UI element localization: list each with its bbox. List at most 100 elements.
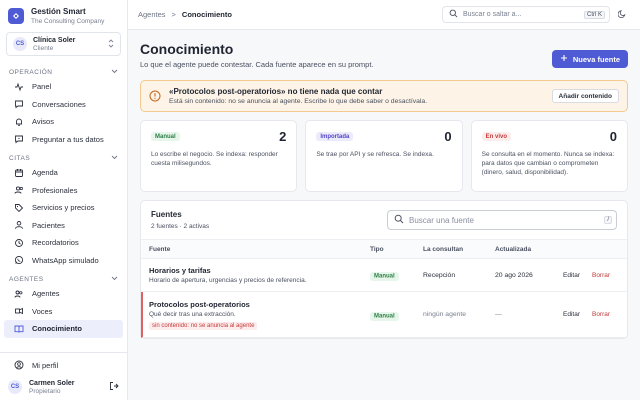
chevron-down-icon bbox=[111, 155, 118, 162]
delete-button[interactable]: Borrar bbox=[592, 272, 610, 279]
source-consumers: Recepción bbox=[423, 271, 456, 279]
sidebar-item-panel[interactable]: Panel bbox=[4, 78, 123, 96]
sidebar: Gestión Smart The Consulting Company CS … bbox=[0, 0, 128, 400]
sidebar-item-label: Conversaciones bbox=[32, 99, 86, 109]
section-label: AGENTES bbox=[9, 275, 44, 283]
user-group-icon bbox=[14, 220, 24, 230]
section-operacion[interactable]: OPERACIÓN bbox=[0, 66, 127, 78]
avatar: CS bbox=[8, 380, 22, 394]
user-circle-icon bbox=[14, 360, 24, 370]
sources-title: Fuentes bbox=[151, 209, 182, 219]
status-badge: En vivo bbox=[481, 132, 511, 141]
delete-button[interactable]: Borrar bbox=[592, 311, 610, 318]
status-badge: Manual bbox=[151, 132, 180, 141]
column-consultan: La consultan bbox=[423, 245, 464, 253]
brand-subtitle: The Consulting Company bbox=[31, 17, 105, 25]
sidebar-item-conocimiento[interactable]: Conocimiento bbox=[4, 320, 123, 338]
source-type-cards: Manual 2 Lo escribe el negocio. Se index… bbox=[140, 120, 628, 192]
sidebar-item-avisos[interactable]: Avisos bbox=[4, 113, 123, 131]
card-description: Se trae por API y se refresca. Se indexa… bbox=[316, 151, 434, 158]
table-row[interactable]: Horarios y tarifas Horario de apertura, … bbox=[141, 259, 627, 292]
chat-icon bbox=[14, 99, 24, 109]
whatsapp-icon bbox=[14, 255, 24, 265]
sidebar-item-servicios[interactable]: Servicios y precios bbox=[4, 199, 123, 217]
card-description: Lo escribe el negocio. Se indexa: respon… bbox=[151, 151, 278, 167]
source-updated: — bbox=[495, 311, 502, 318]
source-search-input[interactable]: Buscar una fuente / bbox=[387, 210, 617, 230]
column-actualizada: Actualizada bbox=[495, 245, 532, 253]
table-row[interactable]: Protocolos post-operatorios Qué decir tr… bbox=[141, 292, 627, 338]
moon-icon bbox=[617, 9, 627, 20]
page-content: Conocimiento Lo que el agente puede cont… bbox=[128, 30, 640, 349]
brand[interactable]: Gestión Smart The Consulting Company bbox=[0, 0, 127, 30]
sources-summary: 2 fuentes · 2 activas bbox=[151, 222, 210, 230]
brand-logo-icon bbox=[8, 8, 24, 24]
book-icon bbox=[14, 324, 24, 334]
activity-icon bbox=[14, 82, 24, 92]
add-content-button[interactable]: Añadir contenido bbox=[551, 89, 619, 103]
users-icon bbox=[14, 185, 24, 195]
search-placeholder: Buscar o saltar a... bbox=[463, 11, 522, 18]
source-name[interactable]: Protocolos post-operatorios bbox=[149, 300, 370, 310]
source-description: Qué decir tras una extracción. bbox=[149, 310, 236, 318]
question-icon bbox=[14, 134, 24, 144]
chevron-up-down-icon bbox=[108, 39, 114, 49]
sidebar-item-profile[interactable]: Mi perfil bbox=[4, 357, 123, 375]
sidebar-item-label: Pacientes bbox=[32, 220, 65, 230]
theme-toggle-button[interactable] bbox=[614, 7, 630, 23]
section-agentes[interactable]: AGENTES bbox=[0, 273, 127, 285]
chevron-down-icon bbox=[111, 276, 118, 283]
sidebar-item-label: Agentes bbox=[32, 289, 60, 299]
sidebar-item-pacientes[interactable]: Pacientes bbox=[4, 217, 123, 235]
client-avatar: CS bbox=[13, 37, 27, 51]
source-name[interactable]: Horarios y tarifas bbox=[149, 266, 370, 276]
sidebar-item-agentes[interactable]: Agentes bbox=[4, 285, 123, 303]
sidebar-item-voces[interactable]: Voces bbox=[4, 303, 123, 321]
chevron-down-icon bbox=[111, 69, 118, 76]
search-icon bbox=[449, 9, 458, 20]
client-switcher[interactable]: CS Clínica Soler Cliente bbox=[6, 32, 121, 56]
section-label: OPERACIÓN bbox=[9, 68, 53, 76]
empty-source-alert: «Protocolos post-operatorios» no tiene n… bbox=[140, 80, 628, 112]
sidebar-item-agenda[interactable]: Agenda bbox=[4, 164, 123, 182]
mic-icon bbox=[14, 306, 24, 316]
source-consumers: ningún agente bbox=[423, 311, 467, 318]
breadcrumb-separator: > bbox=[171, 10, 176, 19]
client-name: Clínica Soler bbox=[33, 36, 76, 44]
sidebar-item-label: Servicios y precios bbox=[32, 203, 95, 213]
page-subtitle: Lo que el agente puede contestar. Cada f… bbox=[140, 60, 374, 69]
source-updated: 20 ago 2026 bbox=[495, 271, 533, 279]
search-shortcut: Ctrl K bbox=[584, 10, 605, 19]
status-badge: Manual bbox=[370, 311, 399, 321]
source-description: Horario de apertura, urgencias y precios… bbox=[149, 276, 307, 284]
card-count: 0 bbox=[609, 129, 617, 144]
clock-bell-icon bbox=[14, 238, 24, 248]
sidebar-item-label: Mi perfil bbox=[32, 360, 59, 370]
sidebar-item-label: Avisos bbox=[32, 117, 54, 127]
global-search-input[interactable]: Buscar o saltar a... Ctrl K bbox=[442, 6, 610, 23]
new-source-button[interactable]: Nueva fuente bbox=[551, 50, 628, 68]
section-citas[interactable]: CITAS bbox=[0, 152, 127, 164]
breadcrumb: Agentes > Conocimiento bbox=[138, 10, 442, 19]
edit-button[interactable]: Editar bbox=[563, 272, 580, 279]
card-count: 0 bbox=[444, 129, 452, 144]
status-badge: Importada bbox=[316, 132, 354, 141]
page-header: Conocimiento Lo que el agente puede cont… bbox=[140, 40, 628, 69]
sidebar-item-whatsapp[interactable]: WhatsApp simulado bbox=[4, 252, 123, 270]
edit-button[interactable]: Editar bbox=[563, 311, 580, 318]
source-search-placeholder: Buscar una fuente bbox=[409, 215, 474, 225]
topbar: Agentes > Conocimiento Buscar o saltar a… bbox=[128, 0, 640, 30]
breadcrumb-agentes[interactable]: Agentes bbox=[138, 10, 166, 19]
sidebar-item-label: WhatsApp simulado bbox=[32, 255, 99, 265]
warning-circle-icon bbox=[149, 90, 161, 102]
sidebar-item-preguntar[interactable]: Preguntar a tus datos bbox=[4, 131, 123, 149]
sidebar-footer: Mi perfil CS Carmen Soler Propietario bbox=[0, 351, 127, 400]
sidebar-item-label: Agenda bbox=[32, 168, 58, 178]
sidebar-item-recordatorios[interactable]: Recordatorios bbox=[4, 234, 123, 252]
sidebar-item-profesionales[interactable]: Profesionales bbox=[4, 182, 123, 200]
card-en-vivo: En vivo 0 Se consulta en el momento. Nun… bbox=[470, 120, 628, 192]
logout-icon[interactable] bbox=[109, 381, 119, 393]
sidebar-item-conversaciones[interactable]: Conversaciones bbox=[4, 96, 123, 114]
app-root: Gestión Smart The Consulting Company CS … bbox=[0, 0, 640, 400]
card-count: 2 bbox=[279, 129, 287, 144]
